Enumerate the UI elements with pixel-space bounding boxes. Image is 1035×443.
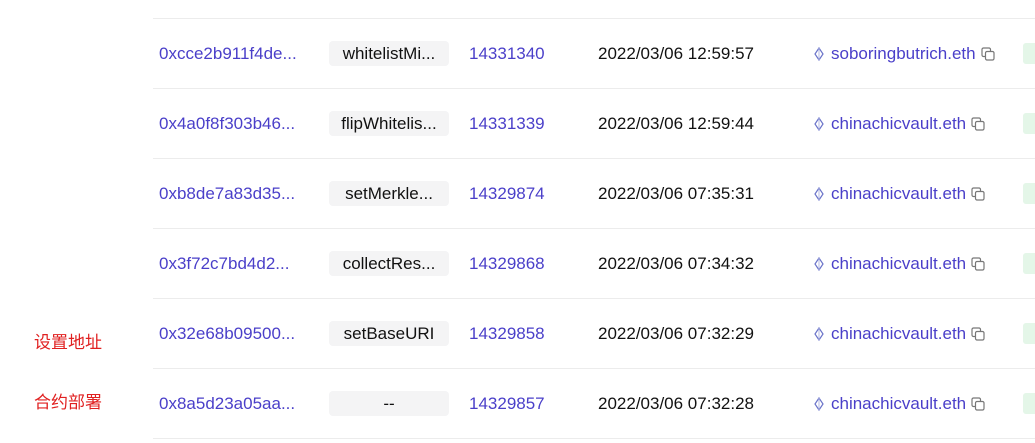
copy-icon[interactable] bbox=[980, 46, 995, 61]
block-number-link[interactable]: 14329857 bbox=[469, 369, 545, 438]
method-cell: -- bbox=[329, 369, 449, 438]
copy-icon[interactable] bbox=[971, 256, 985, 271]
annotation-set-address: 设置地址 bbox=[34, 333, 102, 353]
method-cell: whitelistMi... bbox=[329, 19, 449, 88]
method-cell: collectRes... bbox=[329, 229, 449, 298]
tx-hash-link[interactable]: 0xcce2b911f4de... bbox=[159, 19, 297, 88]
copy-icon[interactable] bbox=[971, 326, 985, 341]
from-cell: chinachicvault.eth bbox=[812, 299, 985, 368]
method-cell: setMerkle... bbox=[329, 159, 449, 228]
from-cell: soboringbutrich.eth bbox=[812, 19, 995, 88]
table-row: 0xcce2b911f4de... whitelistMi... 1433134… bbox=[153, 18, 1035, 88]
from-address-link[interactable]: chinachicvault.eth bbox=[831, 394, 966, 414]
block-number-link[interactable]: 14329868 bbox=[469, 229, 545, 298]
table-row: 0xb8de7a83d35... setMerkle... 14329874 2… bbox=[153, 158, 1035, 228]
eth-diamond-icon bbox=[814, 396, 824, 411]
timestamp: 2022/03/06 07:34:32 bbox=[598, 253, 754, 273]
copy-icon[interactable] bbox=[971, 396, 985, 411]
from-cell: chinachicvault.eth bbox=[812, 369, 985, 438]
eth-diamond-icon bbox=[814, 326, 824, 341]
status-badge bbox=[1023, 113, 1035, 134]
timestamp: 2022/03/06 07:32:28 bbox=[598, 393, 754, 413]
from-address-link[interactable]: chinachicvault.eth bbox=[831, 254, 966, 274]
block-number-link[interactable]: 14329874 bbox=[469, 159, 545, 228]
timestamp: 2022/03/06 07:35:31 bbox=[598, 183, 754, 203]
method-badge: flipWhitelis... bbox=[329, 111, 449, 136]
copy-icon[interactable] bbox=[971, 186, 985, 201]
method-badge: collectRes... bbox=[329, 251, 449, 276]
eth-diamond-icon bbox=[814, 186, 824, 201]
copy-icon[interactable] bbox=[971, 116, 985, 131]
table-row: 0x8a5d23a05aa... -- 14329857 2022/03/06 … bbox=[153, 368, 1035, 439]
status-badge bbox=[1023, 43, 1035, 64]
from-cell: chinachicvault.eth bbox=[812, 159, 985, 228]
tx-hash-link[interactable]: 0x4a0f8f303b46... bbox=[159, 89, 295, 158]
tx-hash-link[interactable]: 0x8a5d23a05aa... bbox=[159, 369, 295, 438]
table-row: 0x32e68b09500... setBaseURI 14329858 202… bbox=[153, 298, 1035, 368]
from-address-link[interactable]: chinachicvault.eth bbox=[831, 114, 966, 134]
method-cell: setBaseURI bbox=[329, 299, 449, 368]
timestamp: 2022/03/06 12:59:57 bbox=[598, 43, 754, 63]
transactions-table: 0xcce2b911f4de... whitelistMi... 1433134… bbox=[153, 18, 1035, 439]
timestamp: 2022/03/06 07:32:29 bbox=[598, 323, 754, 343]
block-number-link[interactable]: 14331340 bbox=[469, 19, 545, 88]
status-badge bbox=[1023, 323, 1035, 344]
method-cell: flipWhitelis... bbox=[329, 89, 449, 158]
from-address-link[interactable]: chinachicvault.eth bbox=[831, 324, 966, 344]
tx-hash-link[interactable]: 0x32e68b09500... bbox=[159, 299, 295, 368]
annotation-contract-deploy: 合约部署 bbox=[34, 393, 102, 413]
from-address-link[interactable]: soboringbutrich.eth bbox=[831, 44, 976, 64]
block-number-link[interactable]: 14329858 bbox=[469, 299, 545, 368]
status-badge bbox=[1023, 393, 1035, 414]
block-number-link[interactable]: 14331339 bbox=[469, 89, 545, 158]
method-badge: setMerkle... bbox=[329, 181, 449, 206]
from-cell: chinachicvault.eth bbox=[812, 89, 985, 158]
eth-diamond-icon bbox=[814, 256, 824, 271]
table-row: 0x3f72c7bd4d2... collectRes... 14329868 … bbox=[153, 228, 1035, 298]
method-badge: whitelistMi... bbox=[329, 41, 449, 66]
eth-diamond-icon bbox=[814, 46, 824, 61]
eth-diamond-icon bbox=[814, 116, 824, 131]
tx-hash-link[interactable]: 0xb8de7a83d35... bbox=[159, 159, 295, 228]
method-badge: setBaseURI bbox=[329, 321, 449, 346]
status-badge bbox=[1023, 253, 1035, 274]
tx-hash-link[interactable]: 0x3f72c7bd4d2... bbox=[159, 229, 289, 298]
timestamp: 2022/03/06 12:59:44 bbox=[598, 113, 754, 133]
status-badge bbox=[1023, 183, 1035, 204]
table-row: 0x4a0f8f303b46... flipWhitelis... 143313… bbox=[153, 88, 1035, 158]
from-cell: chinachicvault.eth bbox=[812, 229, 985, 298]
method-badge: -- bbox=[329, 391, 449, 416]
from-address-link[interactable]: chinachicvault.eth bbox=[831, 184, 966, 204]
